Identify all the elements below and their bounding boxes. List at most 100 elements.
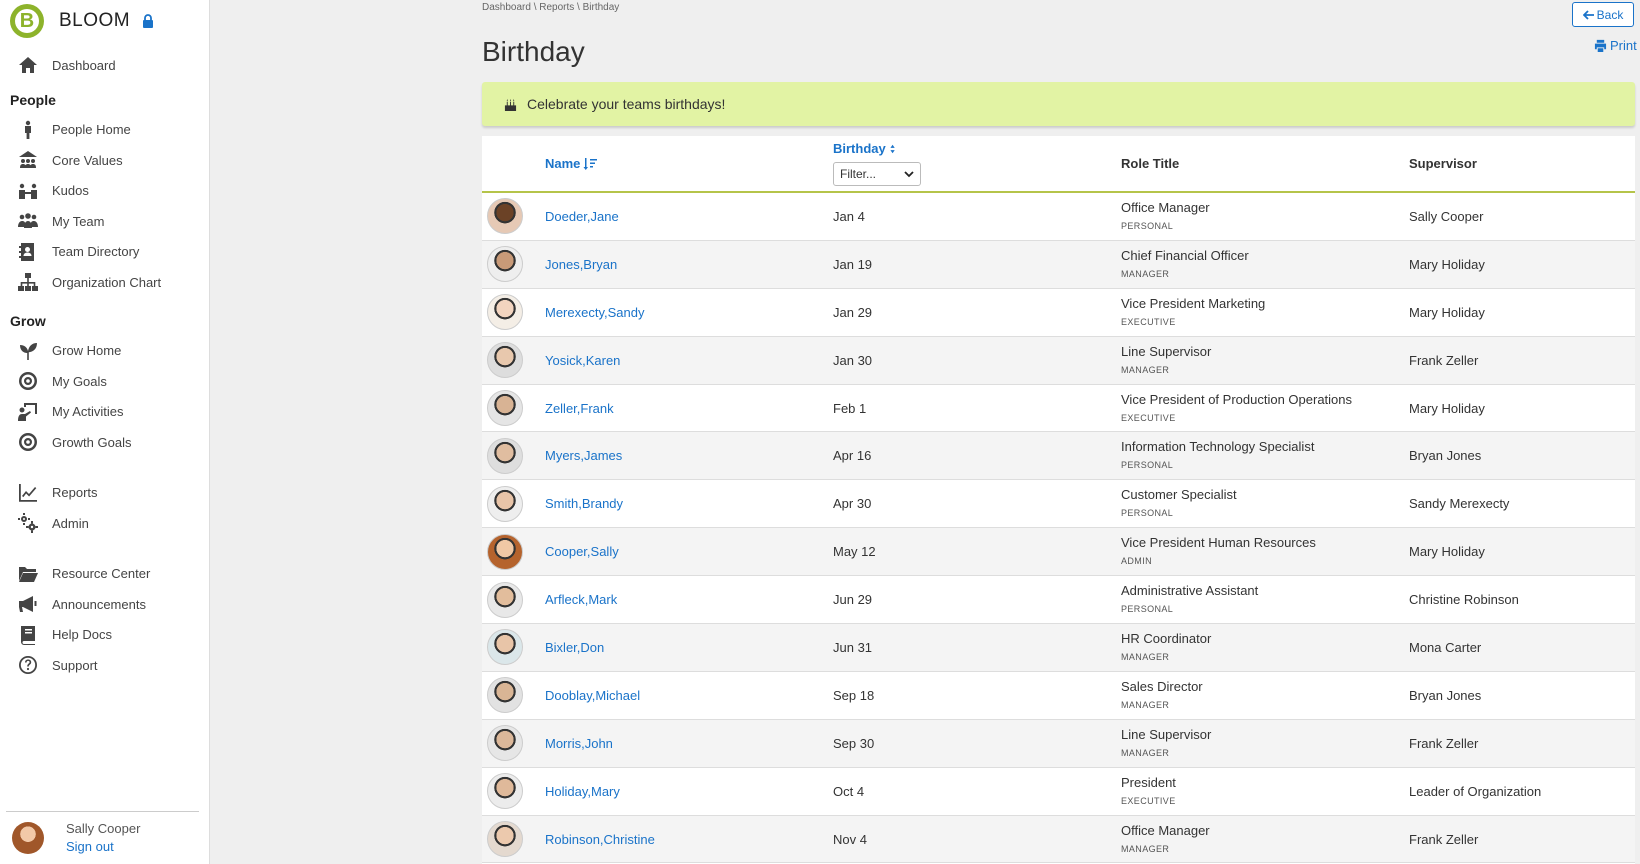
sidebar-item-label: Growth Goals — [52, 434, 132, 450]
birthday-cell: Jan 29 — [833, 304, 873, 320]
supervisor-cell: Mary Holiday — [1409, 400, 1485, 416]
sidebar-item-label: Help Docs — [52, 627, 112, 643]
avatar — [487, 198, 523, 235]
table-row: Robinson,Christine Nov 4 Office Manager … — [482, 815, 1635, 864]
employee-name-link[interactable]: Holiday,Mary — [545, 784, 620, 799]
sort-name-header[interactable]: Name — [545, 156, 833, 171]
sidebar-item-label: Kudos — [52, 183, 89, 199]
employee-name-link[interactable]: Morris,John — [545, 736, 613, 751]
sidebar-item-support[interactable]: Support — [0, 650, 209, 681]
employee-name-link[interactable]: Jones,Bryan — [545, 257, 617, 272]
folder-icon — [16, 564, 40, 584]
role-cell: Line Supervisor MANAGER — [1121, 344, 1409, 377]
print-button[interactable]: Print — [1594, 38, 1637, 53]
employee-name-link[interactable]: Merexecty,Sandy — [545, 305, 644, 320]
employee-name-link[interactable]: Dooblay,Michael — [545, 688, 640, 703]
megaphone-icon — [16, 594, 40, 614]
sidebar-item-label: People Home — [52, 122, 131, 138]
breadcrumb[interactable]: Dashboard \ Reports \ Birthday — [482, 2, 619, 13]
sidebar-item-core-values[interactable]: Core Values — [0, 145, 209, 176]
employee-name-link[interactable]: Zeller,Frank — [545, 401, 614, 416]
sidebar-item-admin[interactable]: Admin — [0, 508, 209, 539]
sidebar-item-growth-goals[interactable]: Growth Goals — [0, 427, 209, 458]
table-row: Doeder,Jane Jan 4 Office Manager PERSONA… — [482, 193, 1635, 241]
role-cell: Customer Specialist PERSONAL — [1121, 487, 1409, 520]
sidebar-item-grow-home[interactable]: Grow Home — [0, 336, 209, 367]
role-cell: Office Manager MANAGER — [1121, 823, 1409, 856]
avatar — [487, 821, 523, 858]
back-button[interactable]: Back — [1572, 2, 1634, 27]
avatar[interactable] — [12, 822, 44, 854]
sidebar-item-announcements[interactable]: Announcements — [0, 589, 209, 620]
employee-name-link[interactable]: Yosick,Karen — [545, 353, 620, 368]
role-cell: Line Supervisor MANAGER — [1121, 727, 1409, 760]
banner-text: Celebrate your teams birthdays! — [527, 96, 726, 112]
role-title: Office Manager — [1121, 199, 1210, 215]
sprout-icon — [16, 341, 40, 361]
employee-name-link[interactable]: Bixler,Don — [545, 640, 604, 655]
birthday-filter-select[interactable]: Filter... — [833, 162, 921, 186]
sidebar-item-kudos[interactable]: Kudos — [0, 176, 209, 207]
supervisor-cell: Frank Zeller — [1409, 735, 1479, 751]
birthday-cell: Jan 4 — [833, 208, 865, 224]
supervisor-cell: Leader of Organization — [1409, 783, 1542, 799]
employee-name-link[interactable]: Cooper,Sally — [545, 544, 619, 559]
avatar — [487, 629, 523, 666]
sidebar-item-people-home[interactable]: People Home — [0, 115, 209, 146]
sidebar-item-help-docs[interactable]: Help Docs — [0, 620, 209, 651]
activities-icon — [16, 402, 40, 422]
role-cell: Vice President Marketing EXECUTIVE — [1121, 296, 1409, 329]
sidebar-item-dashboard[interactable]: Dashboard — [0, 50, 209, 81]
sidebar-item-my-team[interactable]: My Team — [0, 206, 209, 237]
employee-name-link[interactable]: Robinson,Christine — [545, 832, 655, 847]
birthday-cell: Jan 30 — [833, 352, 873, 368]
avatar — [487, 773, 523, 810]
target-icon — [16, 371, 40, 391]
table-row: Zeller,Frank Feb 1 Vice President of Pro… — [482, 385, 1635, 433]
avatar — [487, 246, 523, 283]
role-cell: HR Coordinator MANAGER — [1121, 631, 1409, 664]
user-name: Sally Cooper — [66, 821, 141, 836]
supervisor-cell: Sandy Merexecty — [1409, 496, 1510, 512]
employee-name-link[interactable]: Doeder,Jane — [545, 209, 619, 224]
sidebar: B BLOOM Dashboard People People Home Core… — [0, 0, 210, 864]
birthday-cell: Feb 1 — [833, 400, 867, 416]
table-row: Dooblay,Michael Sep 18 Sales Director MA… — [482, 672, 1635, 720]
sidebar-item-label: Grow Home — [52, 343, 122, 359]
employee-name-link[interactable]: Myers,James — [545, 448, 622, 463]
sidebar-item-reports[interactable]: Reports — [0, 478, 209, 509]
sort-birthday-header[interactable]: Birthday — [833, 141, 1121, 156]
user-block: Sally Cooper Sign out — [6, 811, 199, 864]
avatar — [487, 485, 523, 522]
brand[interactable]: B BLOOM — [0, 0, 209, 42]
org-chart-icon — [16, 272, 40, 292]
sidebar-item-label: Admin — [52, 515, 89, 531]
birthday-cell: May 12 — [833, 544, 876, 560]
role-type: MANAGER — [1121, 747, 1170, 758]
role-title: Office Manager — [1121, 822, 1210, 838]
sidebar-item-resource-center[interactable]: Resource Center — [0, 559, 209, 590]
supervisor-cell: Mona Carter — [1409, 639, 1482, 655]
sidebar-item-my-activities[interactable]: My Activities — [0, 397, 209, 428]
sidebar-item-team-directory[interactable]: Team Directory — [0, 237, 209, 268]
sort-desc-icon — [583, 157, 598, 170]
employee-name-link[interactable]: Smith,Brandy — [545, 496, 623, 511]
supervisor-cell: Mary Holiday — [1409, 304, 1485, 320]
sign-out-link[interactable]: Sign out — [66, 838, 140, 856]
role-cell: Office Manager PERSONAL — [1121, 200, 1409, 233]
sidebar-item-my-goals[interactable]: My Goals — [0, 366, 209, 397]
avatar — [487, 725, 523, 762]
role-cell: President EXECUTIVE — [1121, 775, 1409, 808]
role-type: PERSONAL — [1121, 220, 1174, 231]
lock-icon[interactable] — [142, 14, 154, 28]
role-type: MANAGER — [1121, 651, 1170, 662]
question-icon — [16, 655, 40, 675]
role-cell: Information Technology Specialist PERSON… — [1121, 439, 1409, 472]
sidebar-item-organization-chart[interactable]: Organization Chart — [0, 267, 209, 298]
birthday-banner: Celebrate your teams birthdays! — [482, 82, 1635, 126]
supervisor-cell: Mary Holiday — [1409, 544, 1485, 560]
supervisor-cell: Frank Zeller — [1409, 352, 1479, 368]
chevron-down-icon — [904, 171, 914, 178]
sidebar-item-label: Organization Chart — [52, 274, 162, 290]
employee-name-link[interactable]: Arfleck,Mark — [545, 592, 617, 607]
